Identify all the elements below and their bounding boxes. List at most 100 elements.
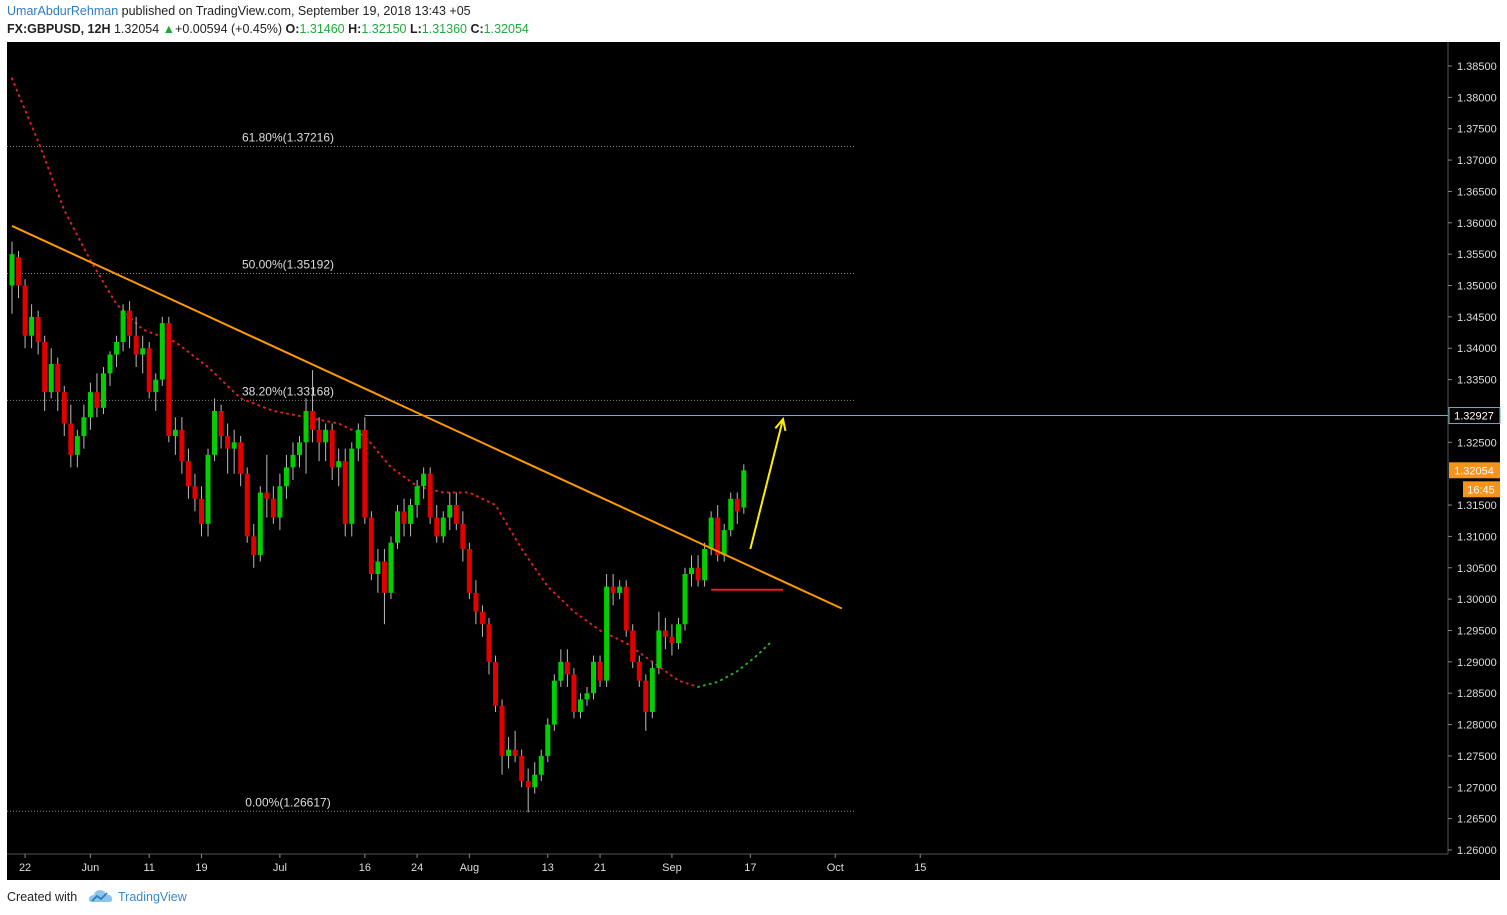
bear-candle [244, 473, 250, 537]
bear-candle [381, 561, 387, 593]
y-tick-label: 1.36500 [1457, 186, 1497, 198]
countdown-label: 16:45 [1467, 484, 1495, 496]
bull-candle [675, 624, 681, 644]
bear-candle [68, 423, 74, 455]
x-tick-label: Jul [273, 862, 287, 874]
bear-candle [310, 410, 316, 430]
bull-candle [532, 774, 538, 788]
bull-candle [551, 680, 557, 725]
y-tick-label: 1.29500 [1457, 625, 1497, 637]
bull-candle [120, 310, 126, 342]
bear-candle [238, 442, 244, 474]
fib-level-label: 0.00%(1.26617) [245, 795, 330, 809]
fib-level-label: 61.80%(1.37216) [242, 131, 334, 145]
x-tick-label: 15 [914, 862, 926, 874]
x-tick-label: 16 [359, 862, 371, 874]
y-tick-label: 1.27500 [1457, 751, 1497, 763]
x-tick-label: Sep [662, 862, 682, 874]
bull-candle [414, 486, 420, 506]
bear-candle [218, 410, 224, 437]
bear-candle [512, 749, 518, 756]
price-chart[interactable]: 1.26000 1.26500 1.27000 1.27500 1.28000 1.285… [0, 42, 1507, 880]
bull-candle [506, 749, 512, 756]
bull-candle [205, 454, 211, 524]
y-tick-label: 1.31000 [1457, 531, 1497, 543]
x-tick-label: 19 [195, 862, 207, 874]
bear-candle [166, 323, 172, 437]
y-tick-label: 1.28000 [1457, 720, 1497, 732]
bull-candle [159, 323, 165, 380]
bull-candle [9, 254, 15, 286]
bull-candle [584, 693, 590, 700]
y-tick-label: 1.36000 [1457, 218, 1497, 230]
bear-candle [94, 392, 100, 408]
bear-candle [127, 310, 133, 336]
open-label: O: [285, 22, 300, 36]
bull-candle [577, 699, 583, 713]
last-price: 1.32054 [113, 22, 160, 36]
bull-candle [349, 448, 355, 524]
author-link[interactable]: UmarAbdurRehman [7, 4, 118, 18]
bear-candle [630, 630, 636, 662]
publish-line: UmarAbdurRehman published on TradingView… [7, 4, 471, 18]
bear-candle [519, 755, 525, 782]
chart-header: UmarAbdurRehman published on TradingView… [0, 0, 1507, 42]
bear-candle [401, 511, 407, 524]
y-tick-label: 1.32500 [1457, 437, 1497, 449]
bear-candle [225, 436, 231, 449]
bull-candle [421, 473, 427, 487]
y-tick-label: 1.35500 [1457, 249, 1497, 261]
tradingview-brand[interactable]: TradingView [118, 890, 187, 904]
bear-candle [179, 429, 185, 462]
bear-candle [473, 592, 479, 612]
created-with-label: Created with [7, 890, 78, 904]
bull-candle [741, 470, 747, 508]
bear-candle [264, 492, 270, 499]
bull-candle [708, 517, 714, 549]
bull-candle [81, 417, 87, 437]
bear-candle [22, 285, 28, 336]
bull-candle [114, 341, 120, 355]
close-label: C: [470, 22, 484, 36]
low-value: 1.31360 [421, 22, 467, 36]
bear-candle [42, 341, 48, 393]
fib-level-label: 50.00%(1.35192) [242, 257, 334, 271]
bear-candle [499, 705, 505, 756]
bear-candle [251, 536, 257, 556]
x-tick-label: Aug [460, 862, 480, 874]
high-label: H: [348, 22, 362, 36]
y-tick-label: 1.30000 [1457, 594, 1497, 606]
bear-candle [185, 461, 191, 487]
plot-area [7, 42, 1448, 854]
bear-candle [571, 674, 577, 713]
bull-candle [212, 410, 218, 455]
bull-candle [375, 561, 381, 575]
y-tick-label: 1.33500 [1457, 375, 1497, 387]
bull-candle [447, 505, 453, 518]
bull-candle [558, 661, 564, 681]
bull-candle [74, 436, 80, 455]
bear-candle [669, 636, 675, 644]
y-tick-label: 1.30500 [1457, 563, 1497, 575]
tradingview-cloud-icon[interactable] [88, 887, 114, 905]
bull-candle [702, 548, 708, 581]
bull-candle [721, 530, 727, 556]
bear-candle [453, 505, 459, 524]
fib-level-label: 38.20%(1.33168) [242, 384, 334, 398]
y-tick-label: 1.29000 [1457, 657, 1497, 669]
low-label: L: [409, 22, 422, 36]
bull-candle [355, 429, 361, 449]
y-tick-label: 1.37000 [1457, 155, 1497, 167]
bull-candle [303, 410, 309, 443]
bull-candle [257, 492, 263, 556]
y-tick-label: 1.27000 [1457, 782, 1497, 794]
bull-candle [323, 429, 329, 443]
y-tick-label: 1.37500 [1457, 124, 1497, 136]
bear-candle [35, 316, 41, 342]
resistance-price-label: 1.32927 [1454, 411, 1494, 423]
high-value: 1.32150 [361, 22, 407, 36]
y-tick-label: 1.38000 [1457, 92, 1497, 104]
bear-candle [133, 335, 139, 355]
bull-candle [682, 574, 688, 625]
bull-candle [440, 517, 446, 537]
